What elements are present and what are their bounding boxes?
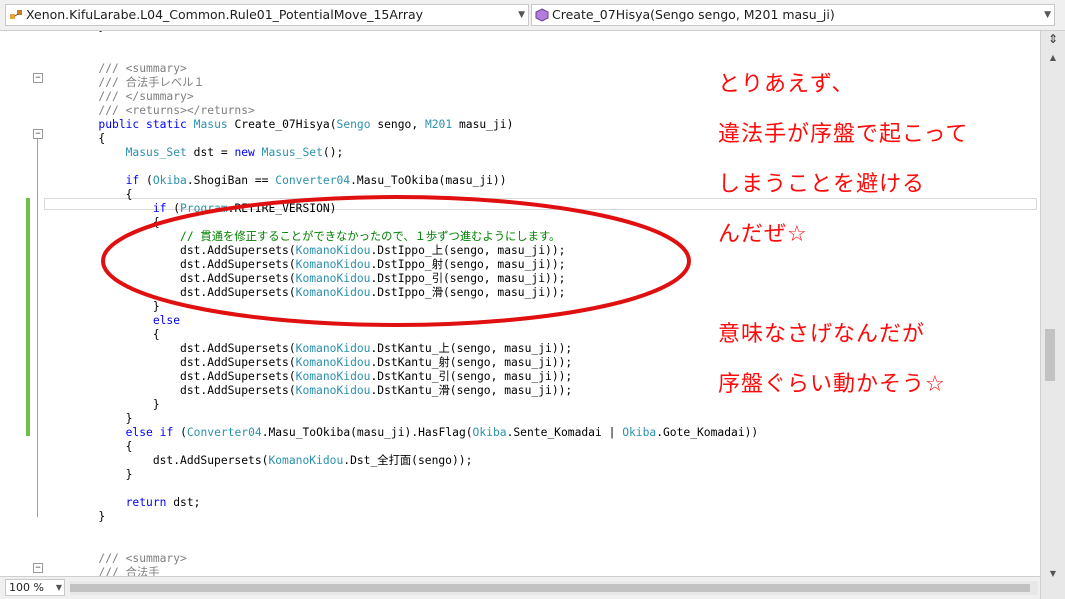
type-dropdown-text: Xenon.KifuLarabe.L04_Common.Rule01_Poten… bbox=[26, 7, 424, 22]
annotation-line-2: 違法手が序盤で起こって bbox=[718, 122, 969, 147]
chevron-down-icon[interactable]: ▼ bbox=[518, 5, 525, 25]
zoom-dropdown[interactable]: 100 % ▼ bbox=[5, 579, 65, 596]
zoom-value: 100 % bbox=[9, 581, 44, 594]
annotation-line-3: しまうことを避ける bbox=[718, 172, 926, 197]
annotation-line-5: 意味なさげなんだが bbox=[718, 322, 926, 347]
code-editor[interactable]: − − − }​​ /// <summary> /// 合法手レベル１ /// … bbox=[0, 31, 1040, 576]
annotation-line-1: とりあえず、 bbox=[718, 72, 855, 97]
horizontal-scrollbar[interactable] bbox=[70, 581, 1038, 595]
navigation-bar: Xenon.KifuLarabe.L04_Common.Rule01_Poten… bbox=[0, 0, 1065, 31]
member-dropdown[interactable]: Create_07Hisya(Sengo sengo, M201 masu_ji… bbox=[531, 4, 1055, 26]
chevron-down-icon[interactable]: ▼ bbox=[56, 580, 62, 595]
annotation-line-4: んだぜ☆ bbox=[718, 222, 808, 247]
method-icon bbox=[535, 8, 549, 22]
scroll-down-icon[interactable]: ▼ bbox=[1041, 567, 1065, 581]
member-dropdown-text: Create_07Hisya(Sengo sengo, M201 masu_ji… bbox=[552, 7, 835, 22]
chevron-down-icon[interactable]: ▼ bbox=[1044, 5, 1051, 25]
red-ellipse-annotation bbox=[101, 195, 691, 327]
class-icon bbox=[9, 8, 23, 22]
scroll-thumb[interactable] bbox=[1045, 329, 1055, 381]
type-dropdown[interactable]: Xenon.KifuLarabe.L04_Common.Rule01_Poten… bbox=[5, 4, 529, 26]
vertical-scrollbar[interactable]: ⇕ ▲ ▼ bbox=[1040, 31, 1065, 599]
editor-status-bar: 100 % ▼ bbox=[0, 576, 1040, 599]
scroll-up-icon[interactable]: ▲ bbox=[1041, 51, 1065, 65]
horizontal-scroll-thumb[interactable] bbox=[70, 584, 1030, 592]
annotation-line-6: 序盤ぐらい動かそう☆ bbox=[718, 372, 946, 397]
split-handle-icon[interactable]: ⇕ bbox=[1041, 31, 1065, 47]
